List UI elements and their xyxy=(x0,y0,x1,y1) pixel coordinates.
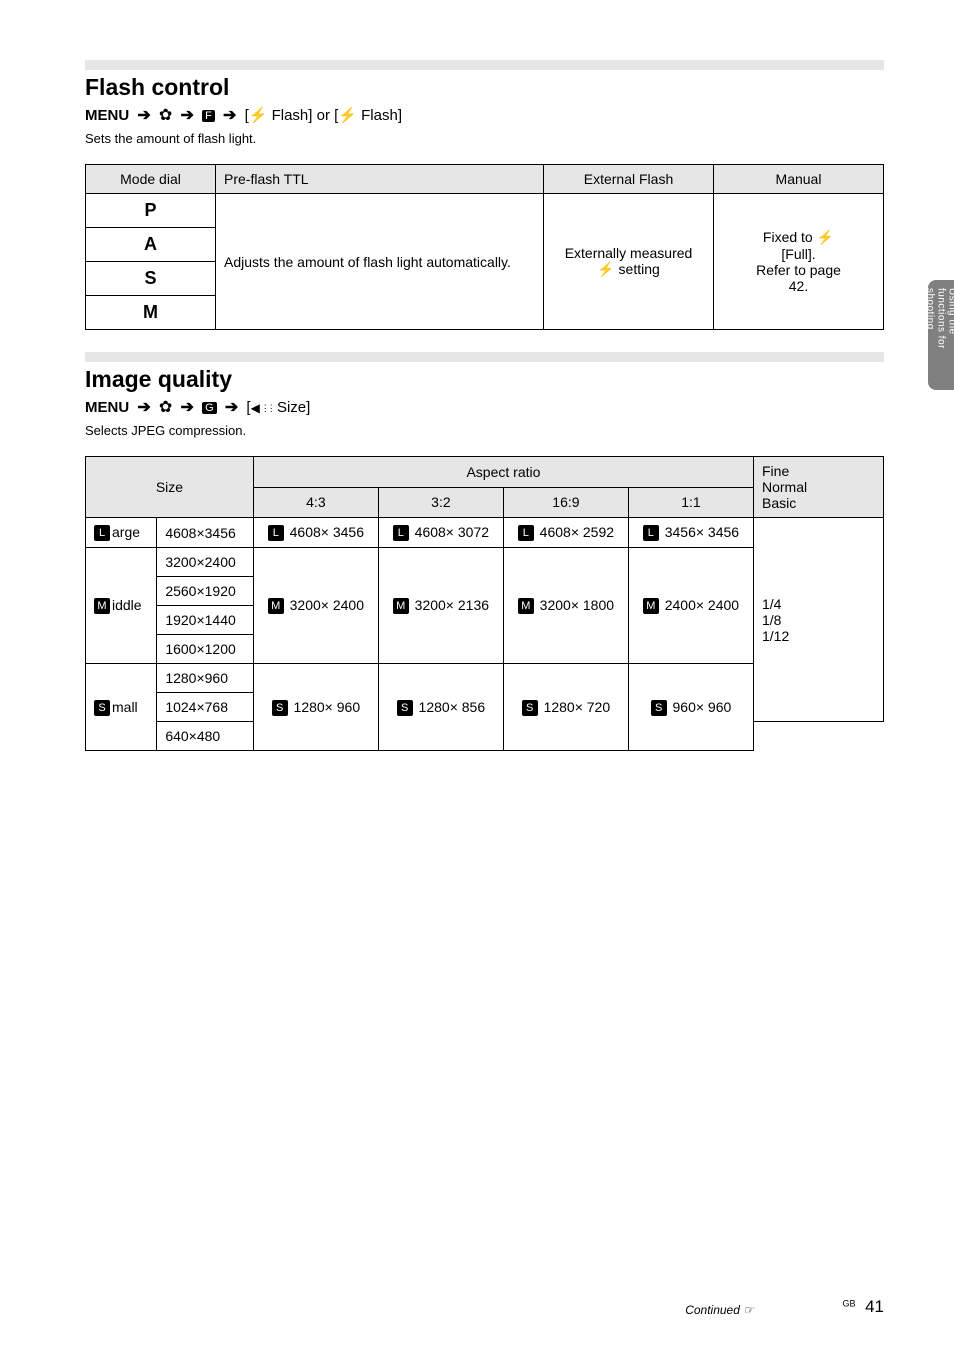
cell-m-169: M 3200× 1800 xyxy=(503,548,628,664)
quality-icon xyxy=(251,399,260,416)
manual-desc: Fixed to [Full]. Refer to page 42. xyxy=(714,194,884,330)
arrow-icon: ➔ xyxy=(133,399,154,416)
cell-m-11: M 2400× 2400 xyxy=(628,548,753,664)
px-large: 4608×3456 xyxy=(157,518,254,548)
continued-marker: Continued ☞ xyxy=(685,1303,754,1317)
th-mode-dial: Mode dial xyxy=(86,165,216,194)
continued-arrow-icon: ☞ xyxy=(743,1303,754,1317)
dial-a: A xyxy=(86,228,216,262)
th-4-3: 4:3 xyxy=(253,487,378,518)
px-m2: 2560×1920 xyxy=(157,577,254,606)
section-sub: Sets the amount of flash light. xyxy=(85,131,884,146)
th-compression: Fine Normal Basic xyxy=(754,457,884,518)
footer-page: 41 xyxy=(865,1297,884,1316)
breadcrumb-flash: MENU ➔ ➔ F ➔ [ Flash] or [ Flash] xyxy=(85,105,884,125)
size-s-icon: S xyxy=(94,700,110,716)
flash-icon xyxy=(249,107,268,124)
section-title-flash: Flash control xyxy=(85,74,884,101)
flash-icon xyxy=(817,229,834,245)
section-title-quality: Image quality xyxy=(85,366,884,393)
gear-icon xyxy=(159,399,172,416)
flash-table: Mode dial Pre-flash TTL External Flash M… xyxy=(85,164,884,330)
px-m4: 1600×1200 xyxy=(157,635,254,664)
cell-s-169: S 1280× 720 xyxy=(503,664,628,751)
th-size: Size xyxy=(86,457,254,518)
arrow-icon: ➔ xyxy=(177,107,198,124)
px-m1: 3200×2400 xyxy=(157,548,254,577)
flash-icon xyxy=(597,261,614,277)
section-rule xyxy=(85,60,884,70)
cell-l-32: L 4608× 3072 xyxy=(378,518,503,548)
tab-g-icon: G xyxy=(202,402,217,414)
th-3-2: 3:2 xyxy=(378,487,503,518)
dial-p: P xyxy=(86,194,216,228)
cell-s-32: S 1280× 856 xyxy=(378,664,503,751)
pre-flash-desc: Adjusts the amount of flash light automa… xyxy=(216,194,544,330)
cell-s-43: S 1280× 960 xyxy=(253,664,378,751)
breadcrumb-text: Flash] xyxy=(357,107,402,124)
size-large: Large xyxy=(86,518,157,548)
th-1-1: 1:1 xyxy=(628,487,753,518)
th-ext-flash: External Flash xyxy=(544,165,714,194)
th-aspect: Aspect ratio xyxy=(253,457,753,488)
th-16-9: 16:9 xyxy=(503,487,628,518)
arrow-icon: ➔ xyxy=(221,399,242,416)
side-tab: Using the functions for shooting xyxy=(928,280,954,390)
arrow-icon: ➔ xyxy=(133,107,154,124)
size-middle: Middle xyxy=(86,548,157,664)
quality-table: Size Aspect ratio Fine Normal Basic 4:3 … xyxy=(85,456,884,751)
gear-icon xyxy=(159,107,172,124)
px-s2: 1024×768 xyxy=(157,693,254,722)
cell-l-169: L 4608× 2592 xyxy=(503,518,628,548)
breadcrumb-menu: MENU xyxy=(85,399,129,416)
breadcrumb-text: Flash] or [ xyxy=(267,107,338,124)
section-sub: Selects JPEG compression. xyxy=(85,423,884,438)
dial-s: S xyxy=(86,262,216,296)
dial-m: M xyxy=(86,296,216,330)
size-m-icon: M xyxy=(94,598,110,614)
cell-m-43: M 3200× 2400 xyxy=(253,548,378,664)
px-s1: 1280×960 xyxy=(157,664,254,693)
arrow-icon: ➔ xyxy=(219,107,240,124)
size-small: Small xyxy=(86,664,157,751)
px-s3: 640×480 xyxy=(157,722,254,751)
compression-values: 1/4 1/8 1/12 xyxy=(754,518,884,722)
cell-l-43: L 4608× 3456 xyxy=(253,518,378,548)
ext-flash-desc: Externally measured setting xyxy=(544,194,714,330)
th-pre-flash: Pre-flash TTL xyxy=(216,165,544,194)
cell-l-11: L 3456× 3456 xyxy=(628,518,753,548)
flash-icon xyxy=(338,107,357,124)
tab-f-icon: F xyxy=(202,110,215,122)
breadcrumb-quality: MENU ➔ ➔ G ➔ [ Size] xyxy=(85,397,884,417)
section-rule xyxy=(85,352,884,362)
breadcrumb-text: [ Size] xyxy=(246,399,310,416)
th-manual: Manual xyxy=(714,165,884,194)
arrow-icon: ➔ xyxy=(177,399,198,416)
cell-s-11: S 960× 960 xyxy=(628,664,753,751)
page-footer: GB 41 xyxy=(842,1297,884,1317)
size-l-icon: L xyxy=(94,525,110,541)
cell-m-32: M 3200× 2136 xyxy=(378,548,503,664)
px-m3: 1920×1440 xyxy=(157,606,254,635)
breadcrumb-menu: MENU xyxy=(85,107,129,124)
footer-lang: GB xyxy=(842,1299,855,1309)
